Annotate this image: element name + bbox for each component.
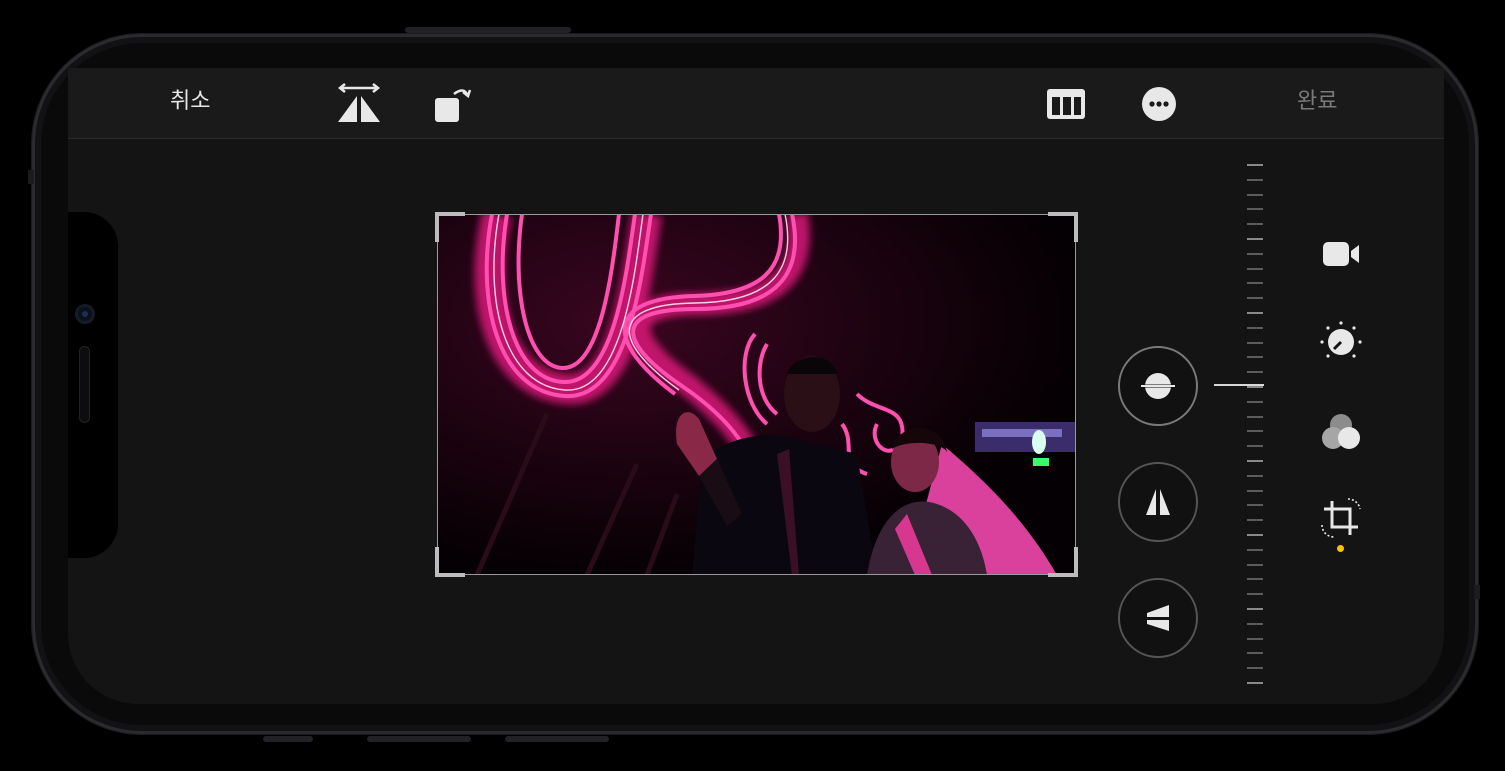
ruler-tick bbox=[1247, 563, 1263, 566]
edit-toolbar bbox=[68, 68, 1444, 139]
ruler-tick bbox=[1247, 622, 1263, 625]
ruler-tick bbox=[1247, 371, 1263, 374]
ruler-tick bbox=[1247, 208, 1263, 211]
straighten-icon bbox=[1141, 373, 1175, 399]
ruler-tick bbox=[1247, 430, 1263, 433]
horizontal-perspective-icon bbox=[1147, 605, 1169, 631]
done-button[interactable]: 완료 bbox=[1297, 88, 1337, 116]
ruler-tick bbox=[1247, 445, 1263, 448]
crop-rotate-icon bbox=[1321, 498, 1361, 538]
front-camera bbox=[75, 304, 95, 324]
ruler-tick bbox=[1247, 460, 1263, 462]
video-camera-icon bbox=[1323, 242, 1359, 266]
ruler-tick bbox=[1247, 312, 1263, 314]
crop-tab[interactable] bbox=[1318, 495, 1364, 541]
crop-handle-top-right[interactable] bbox=[1048, 212, 1078, 242]
flip-icon[interactable] bbox=[336, 82, 382, 124]
straighten-ruler[interactable] bbox=[1240, 160, 1270, 690]
ruler-tick bbox=[1247, 164, 1263, 166]
ruler-tick bbox=[1247, 282, 1263, 285]
ruler-tick bbox=[1247, 297, 1263, 300]
adjust-dial-icon bbox=[1320, 321, 1362, 358]
antenna-band bbox=[28, 170, 34, 184]
horizontal-perspective-button[interactable] bbox=[1118, 578, 1198, 658]
more-options-icon[interactable] bbox=[1141, 86, 1177, 122]
crop-handle-bottom-right[interactable] bbox=[1048, 547, 1078, 577]
filters-icon bbox=[1322, 414, 1360, 449]
adjust-tab[interactable] bbox=[1318, 319, 1364, 365]
ruler-tick bbox=[1247, 386, 1263, 388]
video-tab[interactable] bbox=[1318, 231, 1364, 277]
cancel-button[interactable]: 취소 bbox=[170, 88, 210, 116]
vertical-perspective-button[interactable] bbox=[1118, 462, 1198, 542]
side-button-3 bbox=[505, 736, 609, 742]
volume-button-top bbox=[405, 27, 571, 33]
ruler-tick bbox=[1247, 356, 1263, 359]
ruler-tick bbox=[1247, 223, 1263, 226]
ruler-tick bbox=[1247, 326, 1263, 329]
crop-handle-top-left[interactable] bbox=[435, 212, 465, 242]
ruler-tick bbox=[1247, 341, 1263, 344]
ruler-tick bbox=[1247, 548, 1263, 551]
ruler-tick bbox=[1247, 534, 1263, 536]
ruler-tick bbox=[1247, 178, 1263, 181]
ruler-tick bbox=[1247, 252, 1263, 255]
ruler-tick bbox=[1247, 667, 1263, 670]
antenna-band bbox=[1474, 585, 1480, 599]
crop-handle-bottom-left[interactable] bbox=[435, 547, 465, 577]
notch bbox=[68, 212, 118, 558]
ruler-tick bbox=[1247, 682, 1263, 684]
ruler-tick bbox=[1247, 489, 1263, 492]
ruler-tick bbox=[1247, 193, 1263, 196]
vertical-perspective-icon bbox=[1146, 489, 1170, 515]
ruler-tick bbox=[1247, 267, 1263, 270]
ruler-tick bbox=[1247, 400, 1263, 403]
ruler-tick bbox=[1247, 474, 1263, 477]
filters-tab[interactable] bbox=[1318, 409, 1364, 455]
side-button-2 bbox=[367, 736, 471, 742]
active-indicator-dot bbox=[1337, 545, 1344, 552]
ruler-tick bbox=[1247, 593, 1263, 596]
ruler-tick bbox=[1247, 652, 1263, 655]
straighten-button[interactable] bbox=[1118, 346, 1198, 426]
ruler-tick bbox=[1247, 637, 1263, 640]
aspect-ratio-icon[interactable] bbox=[1045, 86, 1087, 122]
photo-preview[interactable] bbox=[437, 214, 1076, 575]
ruler-tick bbox=[1247, 608, 1263, 610]
ruler-tick bbox=[1247, 238, 1263, 240]
ruler-tick bbox=[1247, 519, 1263, 522]
ruler-tick bbox=[1247, 578, 1263, 581]
ruler-tick bbox=[1247, 415, 1263, 418]
rotate-icon[interactable] bbox=[432, 84, 474, 124]
earpiece-speaker bbox=[79, 346, 90, 423]
side-button-1 bbox=[263, 736, 313, 742]
ruler-indicator bbox=[1214, 384, 1264, 386]
ruler-tick bbox=[1247, 504, 1263, 507]
